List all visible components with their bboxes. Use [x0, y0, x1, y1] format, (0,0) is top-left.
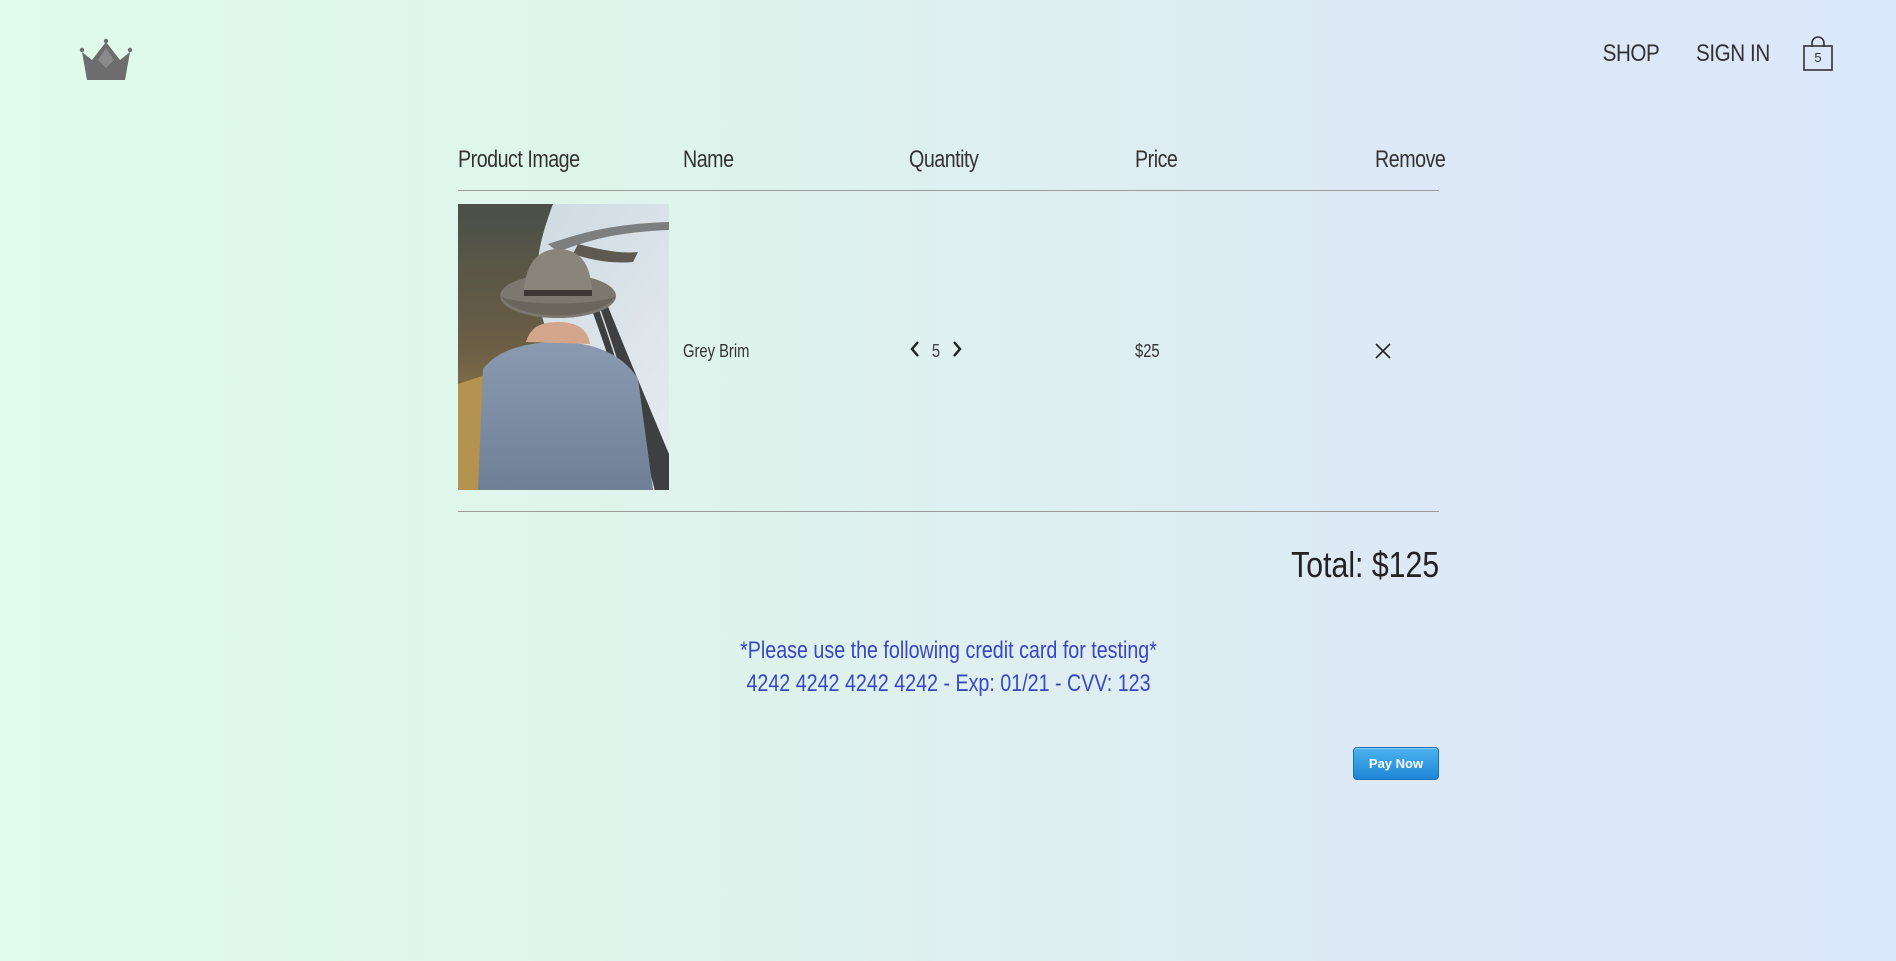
chevron-right-icon[interactable] — [951, 340, 963, 362]
nav-shop-link[interactable]: SHOP — [1603, 40, 1660, 68]
column-header-price: Price — [1135, 146, 1178, 173]
cart-table-header: Product Image Name Quantity Price Remove — [458, 146, 1446, 191]
product-name: Grey Brim — [683, 340, 750, 361]
chevron-left-icon[interactable] — [909, 340, 921, 362]
column-header-name: Name — [683, 146, 734, 173]
testing-note-line-2: 4242 4242 4242 4242 - Exp: 01/21 - CVV: … — [746, 670, 1151, 697]
pay-now-button[interactable]: Pay Now — [1353, 747, 1439, 780]
testing-note-line-1: *Please use the following credit card fo… — [740, 637, 1157, 664]
cart-table: Product Image Name Quantity Price Remove — [458, 146, 1446, 780]
man-in-grey-hat-photo[interactable] — [458, 204, 669, 490]
cart-total: Total: $125 — [1291, 544, 1439, 585]
quantity-stepper: 5 — [909, 340, 1135, 362]
column-header-remove: Remove — [1375, 146, 1446, 173]
quantity-value: 5 — [931, 340, 941, 361]
column-header-quantity: Quantity — [909, 146, 979, 173]
nav-sign-in-link[interactable]: SIGN IN — [1696, 40, 1770, 68]
product-price: $25 — [1135, 340, 1160, 361]
remove-cell — [1361, 342, 1392, 360]
cart-item-row: Grey Brim 5 $25 — [458, 191, 1439, 512]
cart-button[interactable]: 5 — [1802, 36, 1834, 72]
main-nav: SHOP SIGN IN 5 — [1598, 36, 1834, 72]
cart-count-badge: 5 — [1814, 50, 1822, 65]
testing-card-note: *Please use the following credit card fo… — [458, 634, 1439, 700]
product-image-cell — [458, 204, 683, 490]
crown-logo-icon[interactable] — [78, 38, 134, 84]
column-header-product-image: Product Image — [458, 146, 580, 173]
close-icon[interactable] — [1374, 342, 1392, 360]
